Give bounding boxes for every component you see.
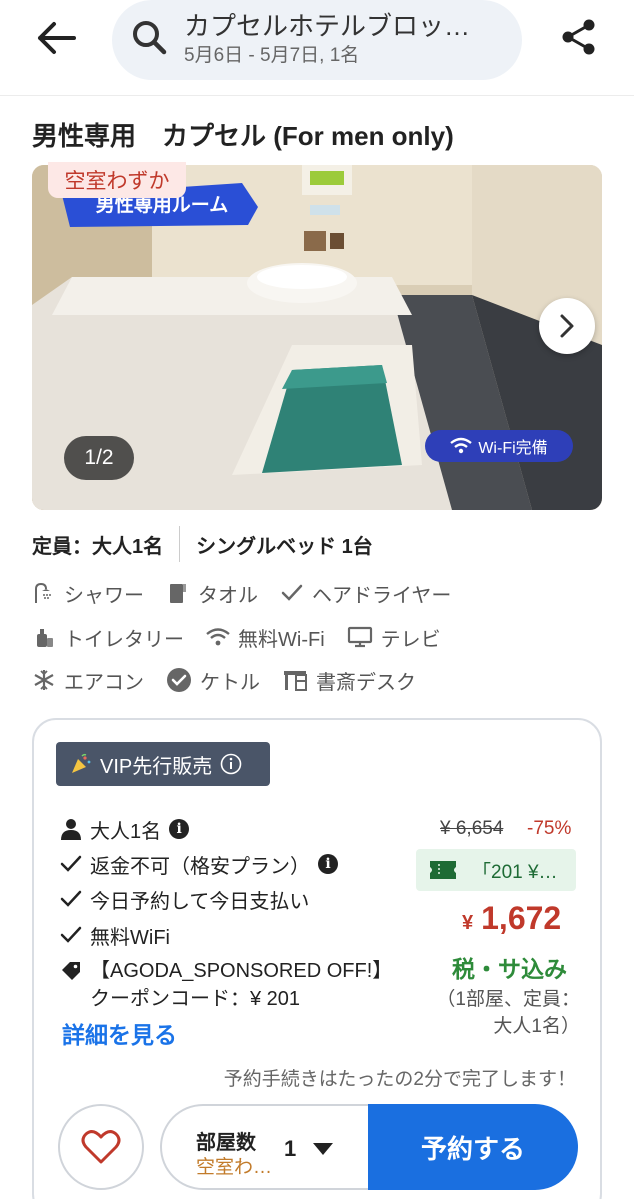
shower-icon xyxy=(35,582,51,603)
wifi-tag: Wi-Fi完備 xyxy=(425,430,573,462)
amenity-label: タオル xyxy=(198,584,258,607)
favorite-button[interactable] xyxy=(58,1104,144,1190)
wifi-tag-label: Wi-Fi完備 xyxy=(478,440,548,457)
coupon-tag[interactable]: 「201 ¥… xyxy=(416,849,576,891)
condition-wifi: 無料WiFi xyxy=(60,920,170,950)
check-icon xyxy=(60,890,82,907)
condition-text: 無料WiFi xyxy=(90,926,170,949)
search-summary[interactable]: カプセルホテルブロッ… 5月6日 - 5月7日, 1名 xyxy=(112,0,522,80)
condition-text: 大人1名 xyxy=(90,820,162,843)
amenities-row-2: トイレタリー 無料Wi-Fi テレビ xyxy=(32,621,463,653)
price-amount: 1,672 xyxy=(481,900,562,936)
heart-icon xyxy=(81,1130,121,1164)
photo-counter: 1/2 xyxy=(64,436,134,480)
check-icon xyxy=(60,855,82,872)
amenity-label: ヘアドライヤー xyxy=(312,584,452,607)
amenities-row-3: エアコン ケトル 書斎デスク xyxy=(32,664,438,696)
rooms-availability: 空室わ… xyxy=(196,1157,273,1178)
vip-label: VIP先行販売 xyxy=(100,755,213,778)
snowflake-icon xyxy=(34,670,54,690)
condition-payment: 今日予約して今日支払い xyxy=(60,884,309,914)
rooms-label: 部屋数 xyxy=(196,1132,256,1154)
coupon-tag-text: 「201 ¥… xyxy=(472,861,558,883)
occupancy-text: 定員：大人1名 xyxy=(32,535,164,558)
check-circle-icon xyxy=(167,668,191,692)
check-icon xyxy=(60,926,82,943)
amenity-kettle: ケトル xyxy=(166,666,260,695)
rooms-selector[interactable]: 部屋数 空室わ… 1 xyxy=(160,1104,378,1190)
tv-icon xyxy=(347,626,372,648)
info-icon[interactable]: i xyxy=(169,819,190,839)
amenities-row-1: シャワー タオル ヘアドライヤー xyxy=(32,577,473,609)
tax-note: 税・サ込み xyxy=(452,956,567,982)
tag-icon xyxy=(62,962,80,980)
amenity-towel: タオル xyxy=(166,579,258,608)
amenity-desk: 書斎デスク xyxy=(282,666,416,695)
condition-text: 返金不可（格安プラン） xyxy=(90,855,310,878)
vip-badge[interactable]: VIP先行販売 xyxy=(56,742,270,786)
coupon-info: 【AGODA_SPONSORED OFF!】 クーポンコード：¥ 201 xyxy=(60,957,392,1013)
condition-guests: 大人1名 i xyxy=(60,814,190,844)
amenity-label: トイレタリー xyxy=(64,628,184,651)
amenity-shower: シャワー xyxy=(32,579,144,608)
desk-icon xyxy=(284,671,307,691)
amenity-label: エアコン xyxy=(64,671,144,694)
currency-symbol: ¥ xyxy=(462,912,474,934)
room-title: 男性専用 カプセル (For men only) xyxy=(32,121,454,151)
wifi-icon xyxy=(450,437,473,454)
condition-refund: 返金不可（格安プラン） i xyxy=(60,849,338,879)
top-bar: カプセルホテルブロッ… 5月6日 - 5月7日, 1名 xyxy=(0,0,634,96)
coupon-code: クーポンコード：¥ 201 xyxy=(90,988,301,1010)
bed-text: シングルベッド 1台 xyxy=(196,535,373,558)
condition-text: 今日予約して今日支払い xyxy=(90,890,310,913)
book-button[interactable]: 予約する xyxy=(368,1104,578,1190)
caret-down-icon xyxy=(313,1143,333,1155)
amenity-wifi: 無料Wi-Fi xyxy=(206,623,325,652)
amenity-toiletries: トイレタリー xyxy=(32,623,184,652)
amenity-label: 無料Wi-Fi xyxy=(238,628,325,651)
per-room-note: （1部屋、定員：大人1名） xyxy=(436,989,580,1037)
share-icon xyxy=(562,19,595,55)
availability-badge: 空室わずか xyxy=(48,162,186,198)
wifi-icon xyxy=(206,628,230,646)
original-price: ¥ 6,654 xyxy=(440,818,504,839)
capacity-row: 定員：大人1名 シングルベッド 1台 xyxy=(32,526,373,562)
toiletries-icon xyxy=(37,629,53,647)
amenity-aircon: エアコン xyxy=(32,666,144,695)
current-price: ¥ 1,672 xyxy=(462,900,561,937)
search-dates: 5月6日 - 5月7日, 1名 xyxy=(184,45,360,66)
search-icon xyxy=(133,21,167,55)
amenity-label: シャワー xyxy=(64,584,144,607)
back-button[interactable] xyxy=(30,16,82,60)
party-popper-icon xyxy=(72,753,91,773)
check-icon xyxy=(281,584,303,601)
amenity-label: ケトル xyxy=(200,671,260,694)
arrow-left-icon xyxy=(38,22,76,54)
discount-percent: -75% xyxy=(527,818,572,839)
amenity-label: 書斎デスク xyxy=(316,671,416,694)
details-link[interactable]: 詳細を見る xyxy=(62,1016,177,1050)
amenity-label: テレビ xyxy=(380,628,441,651)
info-icon[interactable]: i xyxy=(318,854,338,874)
next-photo-button[interactable] xyxy=(539,298,595,354)
coupon-name: 【AGODA_SPONSORED OFF!】 xyxy=(90,960,393,982)
towel-icon xyxy=(170,584,186,603)
person-icon xyxy=(61,819,81,840)
booking-notice: 予約手続きはたったの2分で完了します！ xyxy=(223,1069,576,1090)
amenity-hairdryer: ヘアドライヤー xyxy=(280,579,451,608)
chevron-right-icon xyxy=(560,314,574,338)
divider xyxy=(179,526,181,562)
search-title: カプセルホテルブロッ… xyxy=(184,11,471,41)
rooms-count: 1 xyxy=(284,1136,297,1161)
share-button[interactable] xyxy=(556,14,602,60)
amenity-tv: テレビ xyxy=(347,623,441,652)
ticket-icon xyxy=(430,861,456,879)
info-icon xyxy=(220,753,242,775)
